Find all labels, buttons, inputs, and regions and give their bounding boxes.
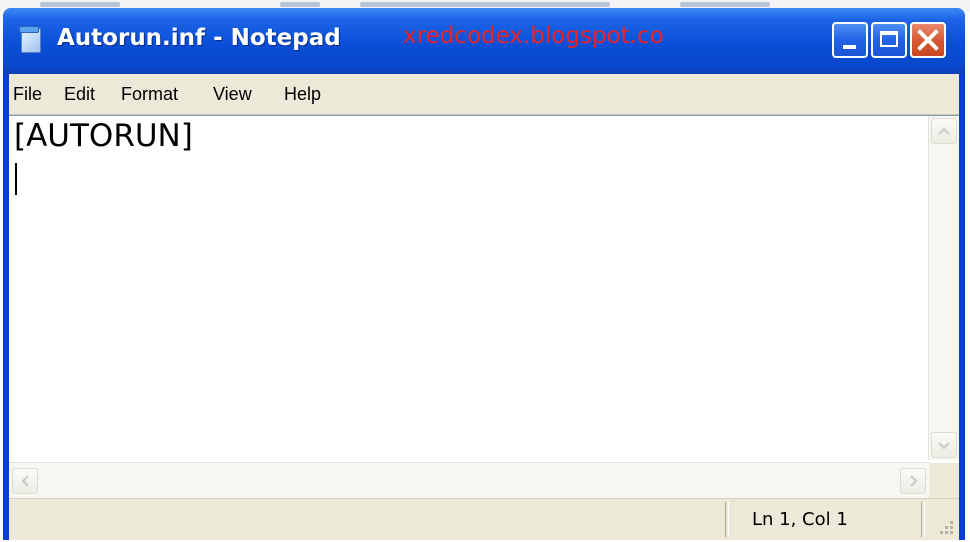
background-blur	[280, 2, 320, 7]
arrow-up-icon	[938, 127, 950, 135]
menu-file[interactable]: File	[13, 84, 42, 105]
arrow-down-icon	[938, 442, 950, 450]
notepad-window: Autorun.inf - Notepad xredcodex.blogspot…	[3, 8, 965, 540]
title-bar[interactable]: Autorun.inf - Notepad xredcodex.blogspot…	[3, 8, 965, 74]
scroll-left-button[interactable]	[12, 468, 38, 494]
menu-edit[interactable]: Edit	[64, 84, 95, 105]
text-caret	[15, 163, 17, 195]
text-editor[interactable]: [AUTORUN]	[9, 115, 959, 500]
close-button[interactable]	[910, 22, 946, 58]
status-bar: Ln 1, Col 1	[9, 498, 959, 540]
minimize-button[interactable]	[832, 22, 868, 58]
vertical-scrollbar[interactable]	[928, 116, 959, 460]
close-icon	[917, 29, 939, 51]
editor-content[interactable]: [AUTORUN]	[14, 118, 193, 154]
background-blur	[360, 2, 610, 7]
arrow-left-icon	[21, 475, 29, 487]
window-title: Autorun.inf - Notepad	[57, 25, 341, 51]
resize-grip-icon[interactable]	[935, 516, 955, 536]
menu-format[interactable]: Format	[121, 84, 178, 105]
background-blur	[40, 2, 120, 7]
scrollbar-corner	[929, 463, 959, 500]
cursor-position: Ln 1, Col 1	[752, 509, 848, 530]
notepad-icon[interactable]	[19, 26, 41, 53]
menu-help[interactable]: Help	[284, 84, 321, 105]
status-divider	[921, 502, 925, 537]
scroll-up-button[interactable]	[931, 118, 957, 144]
status-divider	[725, 502, 729, 537]
menu-bar: File Edit Format View Help	[9, 74, 959, 115]
background-blur	[680, 2, 770, 7]
horizontal-scrollbar[interactable]	[9, 462, 929, 500]
maximize-button[interactable]	[871, 22, 907, 58]
maximize-icon	[880, 31, 898, 47]
minimize-icon	[843, 45, 856, 49]
watermark-text: xredcodex.blogspot.co	[403, 23, 664, 49]
scroll-down-button[interactable]	[931, 432, 957, 458]
window-client: File Edit Format View Help [AUTORUN] Ln …	[9, 74, 959, 540]
arrow-right-icon	[910, 475, 918, 487]
scroll-right-button[interactable]	[900, 468, 926, 494]
menu-view[interactable]: View	[213, 84, 252, 105]
